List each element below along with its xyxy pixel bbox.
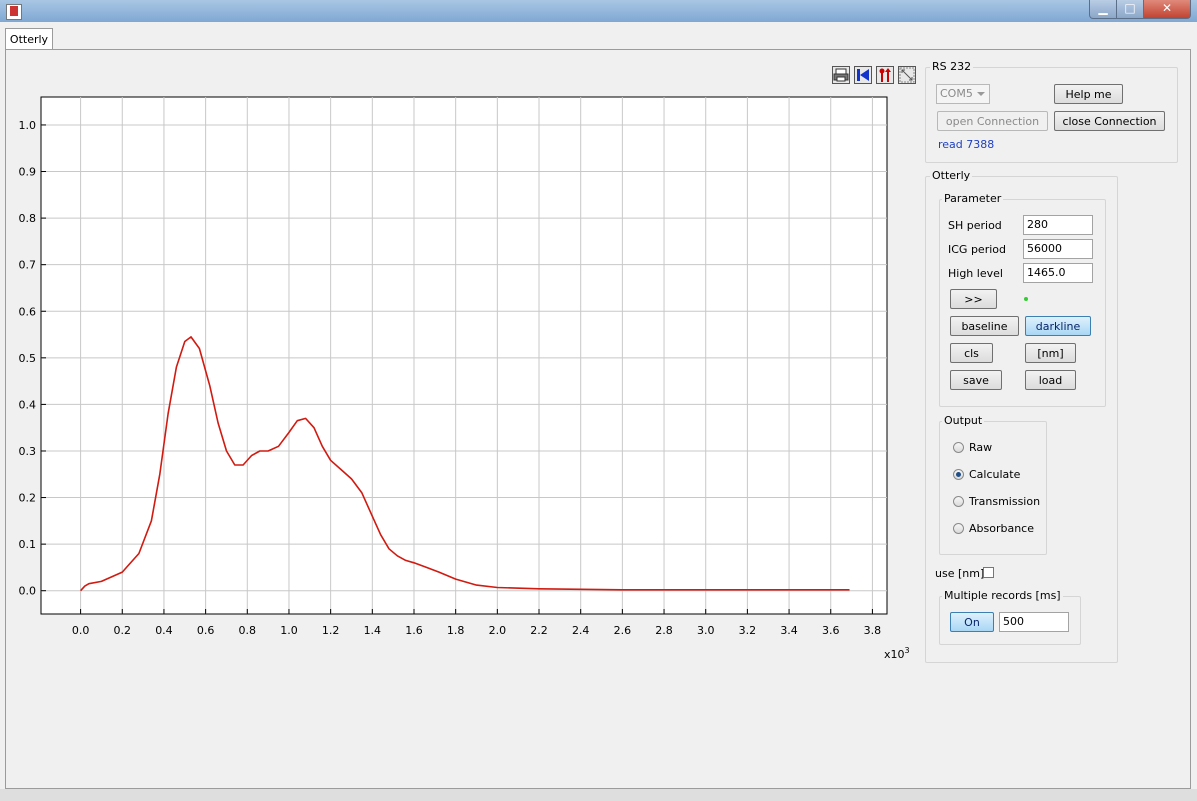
y-tick-label: 0.1 <box>19 538 37 551</box>
use-nm-label: use [nm] <box>935 567 985 580</box>
status-led-icon <box>1024 297 1028 301</box>
icg-period-label: ICG period <box>948 243 1006 256</box>
x-tick-label: 3.8 <box>864 624 882 637</box>
x-tick-label: 3.0 <box>697 624 715 637</box>
bottom-strip <box>0 789 1197 801</box>
x-tick-label: 3.2 <box>739 624 757 637</box>
y-tick-label: 0.2 <box>19 492 37 505</box>
load-button[interactable]: load <box>1025 370 1076 390</box>
y-tick-label: 0.7 <box>19 259 37 272</box>
radio-absorbance[interactable] <box>953 523 964 534</box>
x-axis-multiplier: x103 <box>884 646 910 661</box>
x-tick-label: 1.2 <box>322 624 340 637</box>
multiple-ms-field[interactable]: 500 <box>999 612 1069 632</box>
radio-transmission-label[interactable]: Transmission <box>969 495 1040 508</box>
chevron-down-icon <box>977 92 985 96</box>
help-button[interactable]: Help me <box>1054 84 1123 104</box>
radio-absorbance-label[interactable]: Absorbance <box>969 522 1034 535</box>
x-tick-label: 1.0 <box>280 624 298 637</box>
output-group-title: Output <box>942 414 985 427</box>
radio-calculate[interactable] <box>953 469 964 480</box>
radio-raw[interactable] <box>953 442 964 453</box>
sh-period-field[interactable]: 280 <box>1023 215 1093 235</box>
x-tick-label: 2.0 <box>489 624 507 637</box>
rs232-group-title: RS 232 <box>930 60 974 73</box>
icg-period-field[interactable]: 56000 <box>1023 239 1093 259</box>
parameter-group-title: Parameter <box>942 192 1004 205</box>
multiple-records-title: Multiple records [ms] <box>942 589 1063 602</box>
x-tick-label: 2.4 <box>572 624 590 637</box>
use-nm-checkbox[interactable] <box>983 567 994 578</box>
save-button[interactable]: save <box>950 370 1002 390</box>
x-tick-label: 2.2 <box>530 624 548 637</box>
radio-transmission[interactable] <box>953 496 964 507</box>
y-tick-label: 0.8 <box>19 212 37 225</box>
radio-calculate-label[interactable]: Calculate <box>969 468 1020 481</box>
x-tick-label: 2.8 <box>655 624 673 637</box>
close-connection-button[interactable]: close Connection <box>1054 111 1165 131</box>
port-select-value: COM5 <box>940 87 973 100</box>
open-connection-button[interactable]: open Connection <box>937 111 1048 131</box>
nm-button[interactable]: [nm] <box>1025 343 1076 363</box>
x-tick-label: 0.6 <box>197 624 215 637</box>
read-status-text: read 7388 <box>938 138 995 151</box>
y-tick-label: 0.0 <box>19 585 37 598</box>
forward-button[interactable]: >> <box>950 289 997 309</box>
y-tick-label: 0.5 <box>19 352 37 365</box>
sh-period-label: SH period <box>948 219 1002 232</box>
x-tick-label: 0.0 <box>72 624 90 637</box>
x-tick-label: 0.8 <box>239 624 257 637</box>
baseline-button[interactable]: baseline <box>950 316 1019 336</box>
otterly-group-title: Otterly <box>930 169 973 182</box>
darkline-button[interactable]: darkline <box>1025 316 1091 336</box>
high-level-label: High level <box>948 267 1003 280</box>
y-tick-label: 1.0 <box>19 119 37 132</box>
y-tick-label: 0.9 <box>19 166 37 179</box>
x-tick-label: 3.6 <box>822 624 840 637</box>
y-tick-label: 0.6 <box>19 305 37 318</box>
multiple-on-button[interactable]: On <box>950 612 994 632</box>
x-tick-label: 1.6 <box>405 624 423 637</box>
radio-raw-label[interactable]: Raw <box>969 441 992 454</box>
port-select[interactable]: COM5 <box>936 84 990 104</box>
x-tick-label: 0.2 <box>114 624 132 637</box>
x-tick-label: 3.4 <box>780 624 798 637</box>
y-tick-label: 0.4 <box>19 398 37 411</box>
high-level-field[interactable]: 1465.0 <box>1023 263 1093 283</box>
cls-button[interactable]: cls <box>950 343 993 363</box>
y-tick-label: 0.3 <box>19 445 37 458</box>
x-tick-label: 1.8 <box>447 624 465 637</box>
x-tick-label: 2.6 <box>614 624 632 637</box>
x-tick-label: 1.4 <box>364 624 382 637</box>
x-tick-label: 0.4 <box>155 624 173 637</box>
